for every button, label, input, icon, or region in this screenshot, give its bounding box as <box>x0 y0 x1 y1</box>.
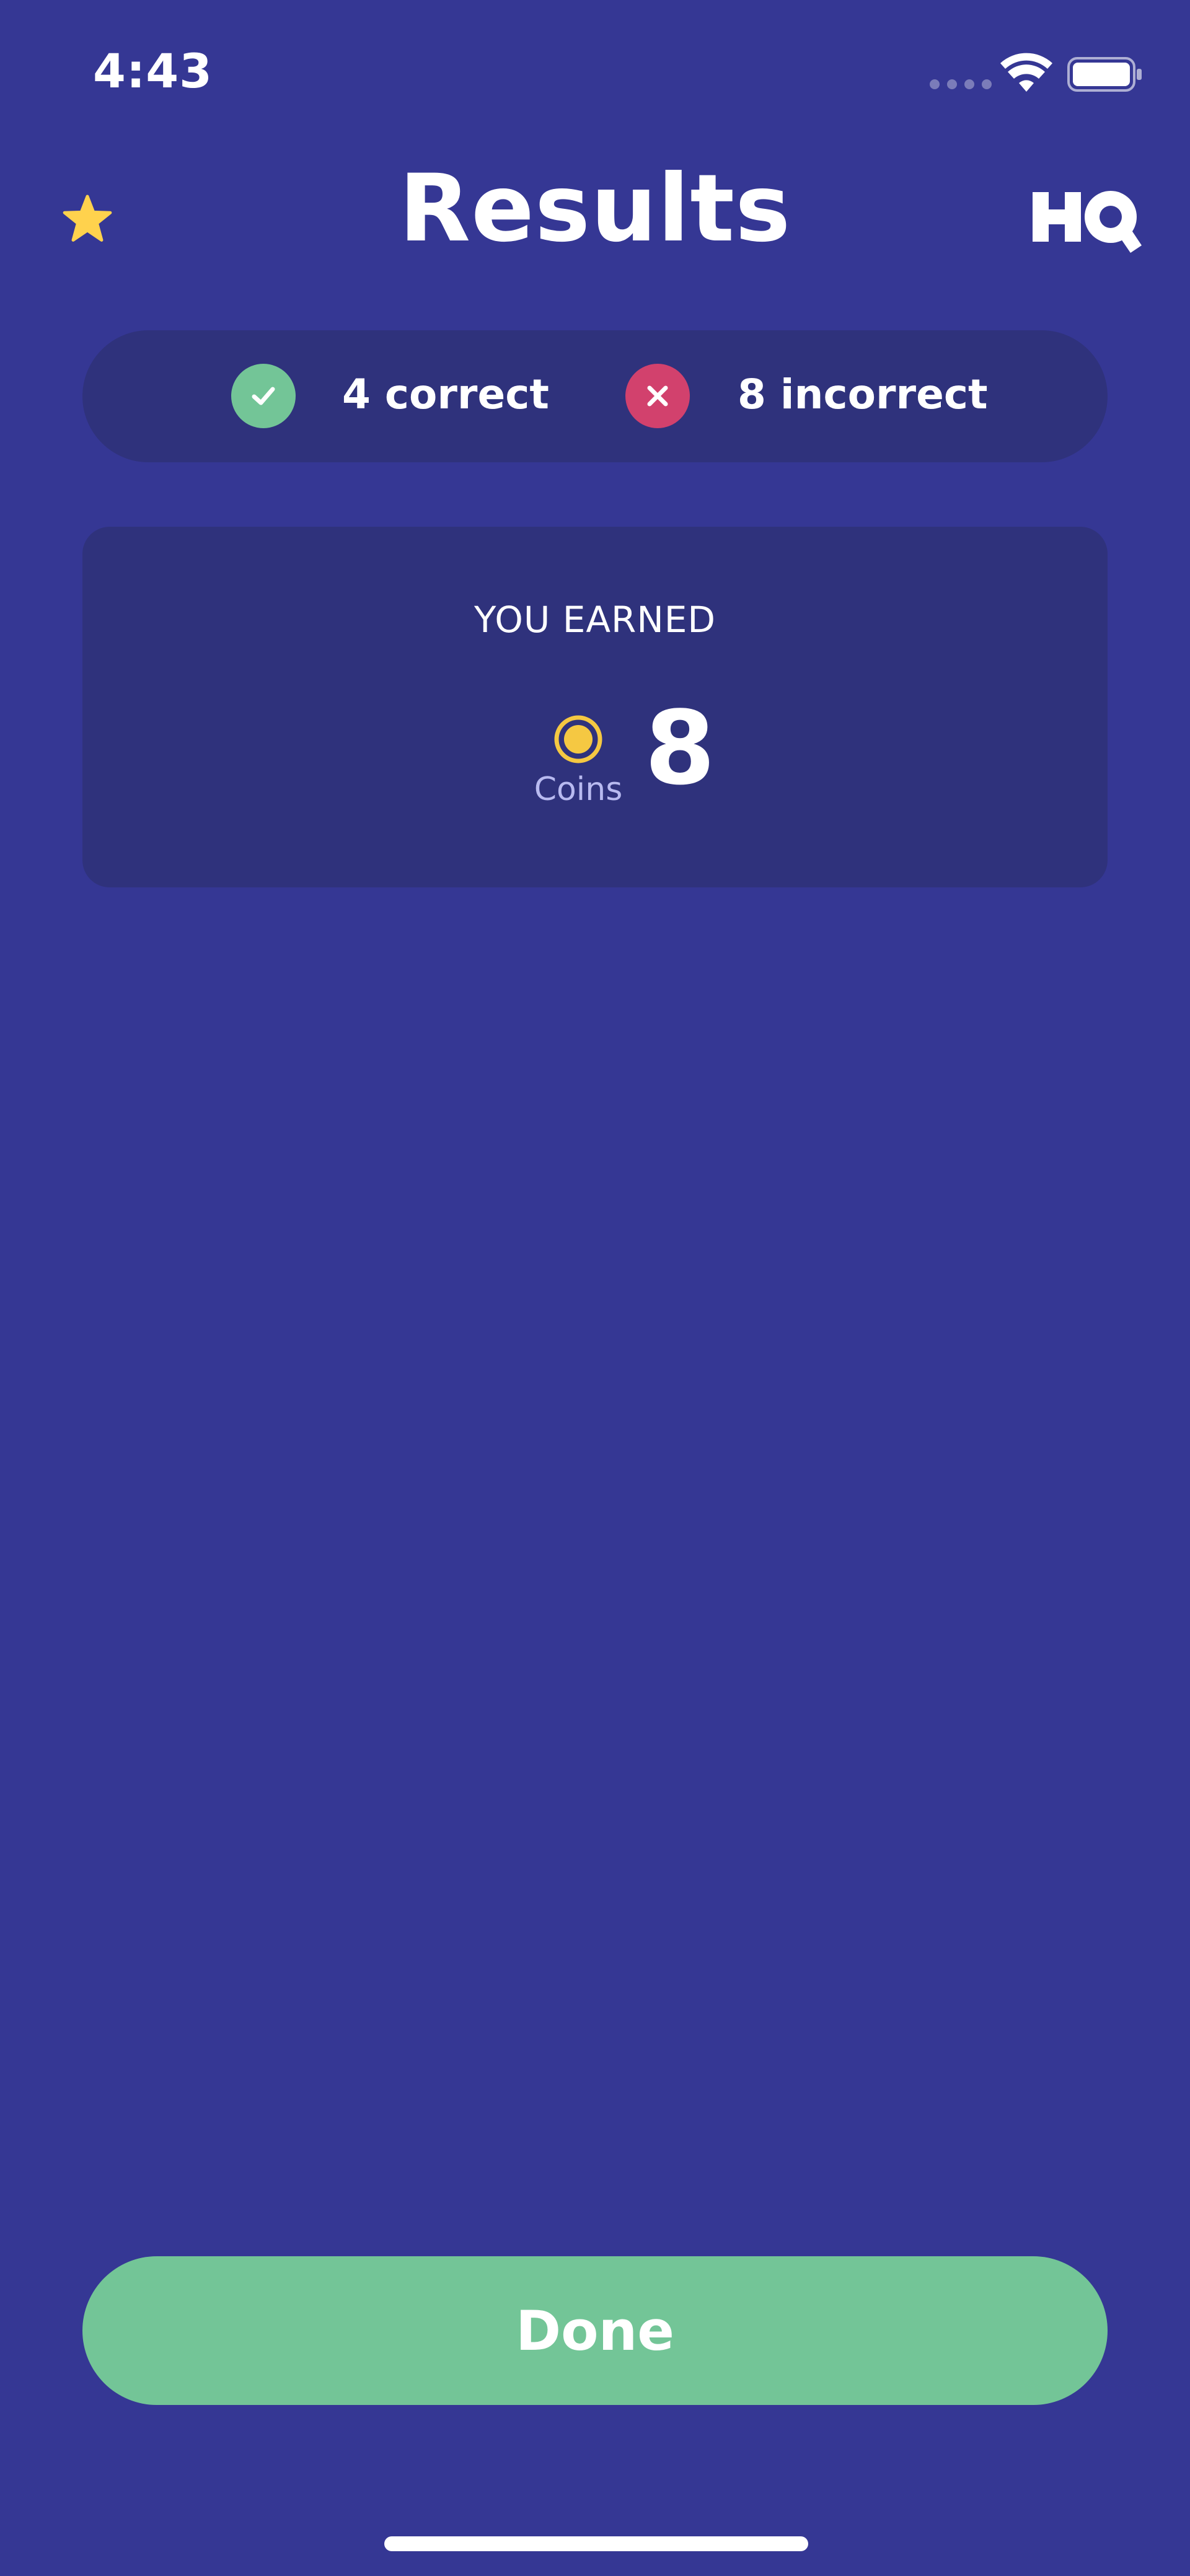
hq-logo <box>1033 191 1142 253</box>
coins-label: Coins <box>534 771 623 808</box>
x-icon <box>647 385 668 407</box>
incorrect-count: 8 incorrect <box>738 371 988 418</box>
status-time: 4:43 <box>93 43 213 99</box>
cellular-signal-icon <box>930 79 992 89</box>
coin-icon <box>554 715 602 763</box>
wifi-icon <box>1000 53 1052 92</box>
battery-icon <box>1067 57 1142 92</box>
earnings-card <box>82 527 1108 887</box>
coins-amount: 8 <box>645 689 716 807</box>
done-button[interactable]: Done <box>82 2256 1108 2405</box>
home-indicator[interactable] <box>384 2536 808 2551</box>
earned-heading: YOU EARNED <box>474 599 716 641</box>
correct-badge <box>231 364 296 428</box>
correct-count: 4 correct <box>342 371 549 418</box>
checkmark-icon <box>252 387 275 405</box>
incorrect-badge <box>625 364 690 428</box>
page-title: Results <box>399 155 791 263</box>
